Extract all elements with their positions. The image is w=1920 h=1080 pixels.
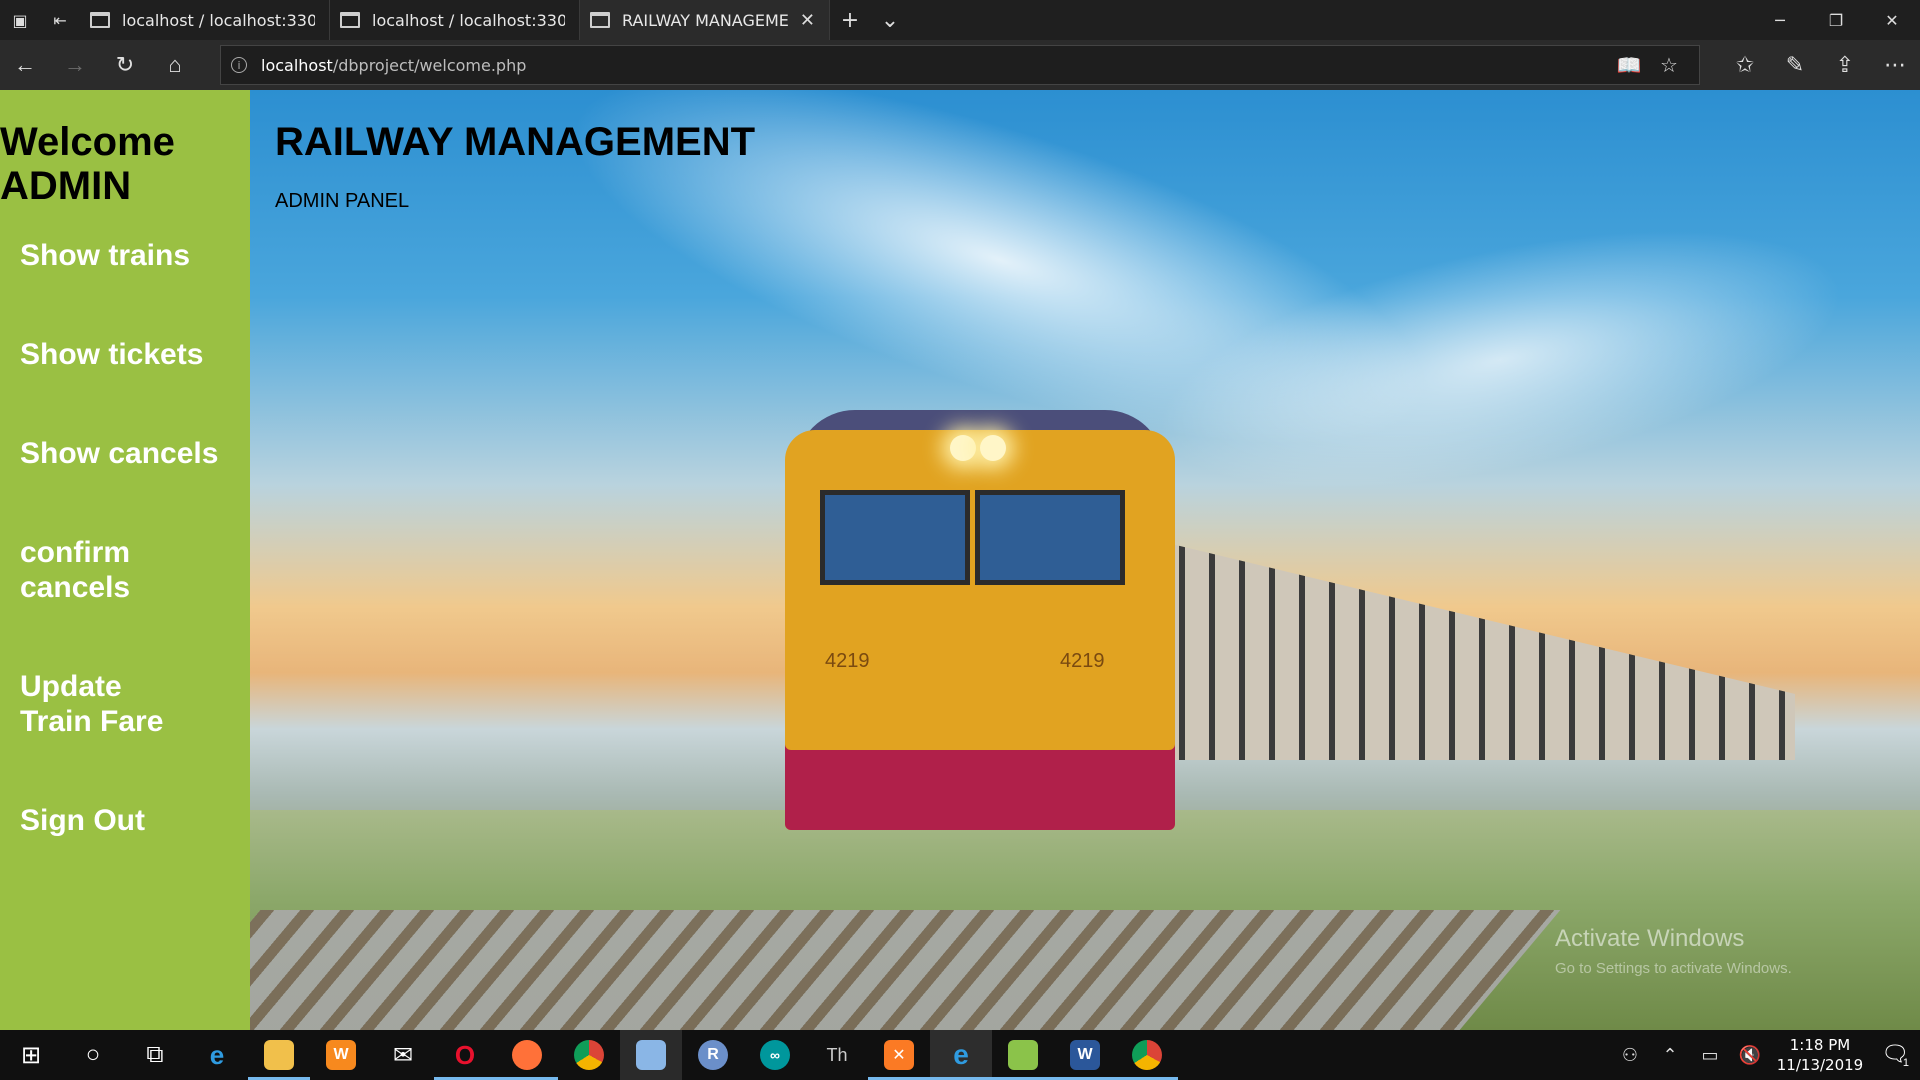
favorite-star-icon[interactable]: ☆ — [1649, 53, 1689, 77]
edge-icon[interactable]: e — [930, 1030, 992, 1080]
back-button[interactable]: ← — [0, 40, 50, 90]
clock-date: 11/13/2019 — [1776, 1056, 1864, 1074]
file-explorer-icon[interactable] — [248, 1030, 310, 1080]
browser-tab-2[interactable]: localhost / localhost:3307 / — [330, 0, 580, 40]
activate-windows-hint: Go to Settings to activate Windows. — [1555, 960, 1792, 977]
home-button[interactable]: ⌂ — [150, 40, 200, 90]
arduino-icon[interactable]: ∞ — [744, 1030, 806, 1080]
locomotive-window — [975, 490, 1125, 585]
train-wagons — [1155, 540, 1795, 760]
notification-count: 1 — [1902, 1057, 1910, 1069]
tab-title: localhost / localhost:3307 / — [122, 10, 315, 30]
address-bar[interactable]: i localhost/dbproject/welcome.php 📖 ☆ — [220, 45, 1700, 85]
window-controls: ─ ❐ ✕ — [1752, 0, 1920, 40]
windows-taskbar: ⊞ ○ ⧉ e W ✉ O R ∞ Th ✕ e W ⚇ ⌃ ▭ 🔇 1:18 … — [0, 1030, 1920, 1080]
sidebar: Welcome ADMIN Show trains Show tickets S… — [0, 90, 250, 1030]
restore-button[interactable]: ❐ — [1808, 0, 1864, 40]
sidebar-item-confirm-cancels[interactable]: confirm cancels — [0, 535, 180, 605]
url-text[interactable]: localhost/dbproject/welcome.php — [261, 56, 1609, 75]
clock-time: 1:18 PM — [1789, 1036, 1851, 1054]
page-icon — [590, 12, 610, 28]
internet-explorer-icon[interactable]: e — [186, 1030, 248, 1080]
activate-windows-watermark: Activate Windows — [1555, 925, 1745, 952]
locomotive-number: 4219 — [1060, 650, 1105, 672]
new-tab-button[interactable]: + — [830, 0, 870, 40]
info-icon[interactable]: i — [231, 57, 247, 73]
pen-icon[interactable]: ✎ — [1770, 40, 1820, 90]
r-icon[interactable]: R — [682, 1030, 744, 1080]
web-page: Welcome ADMIN Show trains Show tickets S… — [0, 90, 1920, 1030]
taskbar-clock[interactable]: 1:18 PM 11/13/2019 — [1770, 1035, 1870, 1075]
opera-icon[interactable]: O — [434, 1030, 496, 1080]
page-icon — [90, 12, 110, 28]
firefox-icon[interactable] — [496, 1030, 558, 1080]
word-icon[interactable]: W — [1054, 1030, 1116, 1080]
minimize-button[interactable]: ─ — [1752, 0, 1808, 40]
browser-tab-3[interactable]: RAILWAY MANAGEMEN ✕ — [580, 0, 830, 40]
sidebar-item-show-tickets[interactable]: Show tickets — [0, 337, 250, 372]
chrome-icon[interactable] — [558, 1030, 620, 1080]
battery-icon[interactable]: ▭ — [1690, 1045, 1730, 1066]
reading-view-icon[interactable]: 📖 — [1609, 53, 1649, 77]
hero-background: 4219 4219 RAILWAY MANAGEMENT ADMIN PANEL… — [250, 90, 1920, 1030]
task-view-icon[interactable]: ⧉ — [124, 1030, 186, 1080]
tab-title: RAILWAY MANAGEMEN — [622, 10, 790, 30]
volume-muted-icon[interactable]: 🔇 — [1730, 1045, 1770, 1066]
chevron-up-icon[interactable]: ⌃ — [1650, 1045, 1690, 1066]
cortana-icon[interactable]: ○ — [62, 1030, 124, 1080]
refresh-button[interactable]: ↻ — [100, 40, 150, 90]
notepad-plus-icon[interactable] — [992, 1030, 1054, 1080]
action-center-icon[interactable]: 🗨 1 — [1870, 1041, 1920, 1069]
tab-actions-icon[interactable]: ▣ — [0, 0, 40, 40]
windows-start-icon[interactable]: ⊞ — [0, 1030, 62, 1080]
sidebar-item-show-trains[interactable]: Show trains — [0, 238, 250, 273]
chevron-down-icon[interactable]: ⌄ — [870, 0, 910, 40]
close-window-button[interactable]: ✕ — [1864, 0, 1920, 40]
wps-icon[interactable]: W — [310, 1030, 372, 1080]
forward-button[interactable]: → — [50, 40, 100, 90]
xampp-icon[interactable]: ✕ — [868, 1030, 930, 1080]
tab-title: localhost / localhost:3307 / — [372, 10, 565, 30]
typora-icon[interactable]: Th — [806, 1030, 868, 1080]
people-icon[interactable]: ⚇ — [1610, 1045, 1650, 1066]
railway-tracks — [250, 910, 1561, 1030]
welcome-line: Welcome — [0, 120, 175, 164]
virtualbox-icon[interactable] — [620, 1030, 682, 1080]
more-icon[interactable]: ⋯ — [1870, 40, 1920, 90]
page-icon — [340, 12, 360, 28]
browser-tabbar: ▣ ⇤ localhost / localhost:3307 / localho… — [0, 0, 1920, 40]
locomotive-window — [820, 490, 970, 585]
sidebar-menu: Show trains Show tickets Show cancels co… — [0, 238, 250, 838]
welcome-heading: Welcome ADMIN — [0, 90, 250, 208]
sidebar-item-sign-out[interactable]: Sign Out — [0, 803, 250, 838]
browser-tab-1[interactable]: localhost / localhost:3307 / — [80, 0, 330, 40]
admin-line: ADMIN — [0, 164, 132, 208]
share-icon[interactable]: ⇪ — [1820, 40, 1870, 90]
browser-navbar: ← → ↻ ⌂ i localhost/dbproject/welcome.ph… — [0, 40, 1920, 90]
headlight — [950, 435, 976, 461]
locomotive-number: 4219 — [825, 650, 870, 672]
system-tray: ⚇ ⌃ ▭ 🔇 1:18 PM 11/13/2019 🗨 1 — [1610, 1030, 1920, 1080]
headlight — [980, 435, 1006, 461]
sidebar-item-update-train-fare[interactable]: Update Train Fare — [0, 669, 200, 739]
url-path: /dbproject/welcome.php — [332, 55, 527, 75]
url-host: localhost — [261, 55, 333, 75]
close-tab-icon[interactable]: ✕ — [800, 10, 815, 31]
chrome-icon-2[interactable] — [1116, 1030, 1178, 1080]
mail-icon[interactable]: ✉ — [372, 1030, 434, 1080]
favorites-icon[interactable]: ✩ — [1720, 40, 1770, 90]
page-subtitle: ADMIN PANEL — [275, 190, 410, 212]
sidebar-item-show-cancels[interactable]: Show cancels — [0, 436, 250, 471]
page-title: RAILWAY MANAGEMENT — [275, 120, 756, 164]
set-aside-tabs-icon[interactable]: ⇤ — [40, 0, 80, 40]
